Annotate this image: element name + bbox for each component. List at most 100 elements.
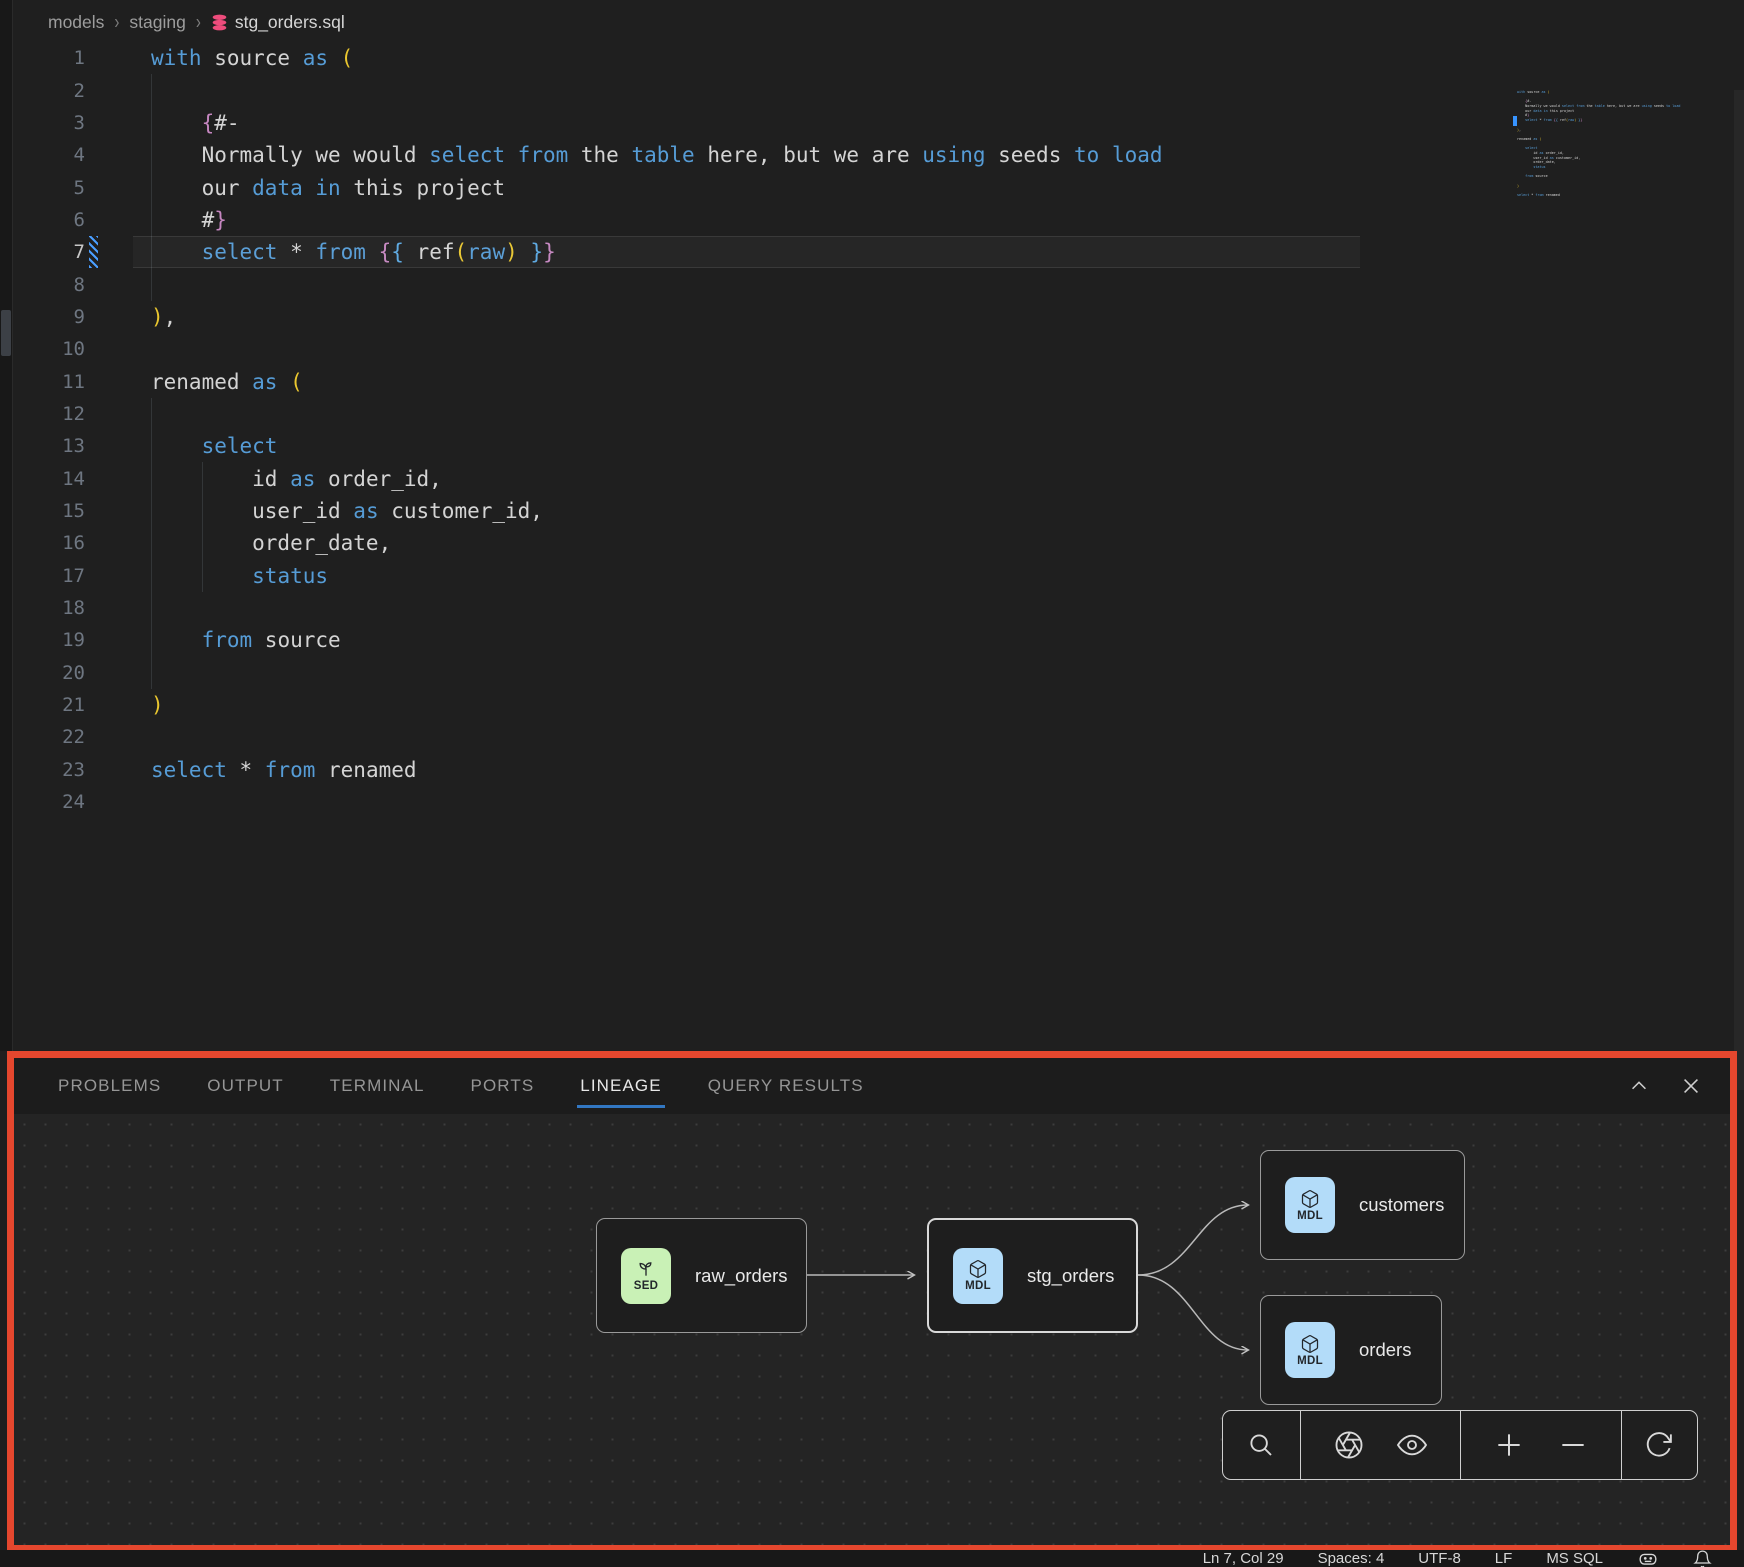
code-line-16[interactable]: 16 order_date, xyxy=(12,527,1744,559)
gutter-spacer xyxy=(89,592,103,624)
code-line-13[interactable]: 13 select xyxy=(12,430,1744,462)
status-bar: Ln 7, Col 29 Spaces: 4 UTF-8 LF MS SQL xyxy=(0,1550,1744,1567)
visibility-button[interactable] xyxy=(1396,1429,1428,1461)
indent-guide xyxy=(151,657,152,689)
editor-scrollbar[interactable] xyxy=(1734,90,1744,1090)
bell-icon[interactable] xyxy=(1693,1549,1712,1567)
gutter-spacer xyxy=(89,754,103,786)
zoom-out-button[interactable] xyxy=(1557,1429,1589,1461)
encoding[interactable]: UTF-8 xyxy=(1418,1550,1461,1567)
lineage-node-raw-orders[interactable]: SED raw_orders xyxy=(596,1218,807,1333)
minimap-modified-marker xyxy=(1513,116,1517,126)
code-line-3[interactable]: 3 {#- xyxy=(12,107,1744,139)
badge-label: MDL xyxy=(1297,1355,1323,1367)
gutter-spacer xyxy=(89,624,103,656)
code-line-24[interactable]: 24 xyxy=(12,786,1744,818)
code-line-7[interactable]: 7 select * from {{ ref(raw) }} xyxy=(12,236,1744,268)
code-line-9[interactable]: 9), xyxy=(12,301,1744,333)
breadcrumb-file[interactable]: stg_orders.sql xyxy=(211,12,345,33)
lineage-node-stg-orders[interactable]: MDL stg_orders xyxy=(927,1218,1138,1333)
sidebar-drag-handle[interactable] xyxy=(1,310,11,356)
indent-guide xyxy=(151,430,152,462)
line-number: 10 xyxy=(12,338,85,360)
tab-lineage[interactable]: LINEAGE xyxy=(580,1058,661,1114)
code-line-18[interactable]: 18 xyxy=(12,592,1744,624)
copilot-icon[interactable] xyxy=(1637,1548,1659,1567)
indent-guide xyxy=(151,139,152,171)
tab-problems[interactable]: PROBLEMS xyxy=(58,1058,161,1114)
model-badge: MDL xyxy=(1285,1322,1335,1378)
code-line-20[interactable]: 20 xyxy=(12,657,1744,689)
indent-guide xyxy=(151,592,152,624)
refresh-button[interactable] xyxy=(1644,1430,1674,1460)
breadcrumb-item-staging[interactable]: staging xyxy=(129,12,185,33)
gutter-spacer xyxy=(89,301,103,333)
code-text: #} xyxy=(103,204,1744,236)
minimap[interactable]: with source as ( {#- Normally we would s… xyxy=(1517,90,1717,203)
tab-terminal[interactable]: TERMINAL xyxy=(330,1058,425,1114)
gutter-spacer xyxy=(89,171,103,203)
code-line-15[interactable]: 15 user_id as customer_id, xyxy=(12,495,1744,527)
search-button[interactable] xyxy=(1246,1430,1276,1460)
gutter-spacer xyxy=(89,268,103,300)
code-text: ), xyxy=(103,301,1744,333)
code-text xyxy=(103,74,1744,106)
close-icon[interactable] xyxy=(1680,1075,1702,1097)
code-editor[interactable]: 1 with source as ( 2 3 {#-4 Normally we wou… xyxy=(12,45,1744,1051)
panel-controls xyxy=(1628,1075,1730,1097)
code-line-6[interactable]: 6 #} xyxy=(12,204,1744,236)
code-text xyxy=(103,592,1744,624)
tab-query-results[interactable]: QUERY RESULTS xyxy=(708,1058,864,1114)
aperture-button[interactable] xyxy=(1333,1429,1365,1461)
lineage-canvas[interactable]: SED raw_orders MDL stg_orders xyxy=(14,1114,1730,1545)
line-number: 3 xyxy=(12,112,85,134)
gutter-spacer xyxy=(89,721,103,753)
toolbar-segment xyxy=(1300,1411,1460,1479)
code-line-14[interactable]: 14 id as order_id, xyxy=(12,462,1744,494)
code-text: select xyxy=(103,430,1744,462)
code-line-11[interactable]: 11renamed as ( xyxy=(12,365,1744,397)
code-line-21[interactable]: 21) xyxy=(12,689,1744,721)
code-line-19[interactable]: 19 from source xyxy=(12,624,1744,656)
gutter-spacer xyxy=(89,107,103,139)
code-text: Normally we would select from the table … xyxy=(103,139,1744,171)
indent-guide xyxy=(151,527,152,559)
indentation[interactable]: Spaces: 4 xyxy=(1318,1550,1385,1567)
breadcrumb-item-models[interactable]: models xyxy=(48,12,104,33)
code-line-23[interactable]: 23select * from renamed xyxy=(12,754,1744,786)
zoom-in-button[interactable] xyxy=(1493,1429,1525,1461)
tab-ports[interactable]: PORTS xyxy=(471,1058,535,1114)
cursor-position[interactable]: Ln 7, Col 29 xyxy=(1203,1550,1284,1567)
chevron-up-icon[interactable] xyxy=(1628,1075,1650,1097)
code-line-4[interactable]: 4 Normally we would select from the tabl… xyxy=(12,139,1744,171)
code-text: from source xyxy=(103,624,1744,656)
active-tab-underline xyxy=(577,1105,664,1108)
code-line-2[interactable]: 2 xyxy=(12,74,1744,106)
code-text xyxy=(103,657,1744,689)
node-label: raw_orders xyxy=(695,1265,788,1287)
code-line-10[interactable]: 10 xyxy=(12,333,1744,365)
code-line-17[interactable]: 17 status xyxy=(12,560,1744,592)
database-icon xyxy=(211,14,228,31)
indent-guide xyxy=(151,560,152,592)
line-number: 2 xyxy=(12,80,85,102)
code-line-8[interactable]: 8 xyxy=(12,268,1744,300)
code-line-5[interactable]: 5 our data in this project xyxy=(12,171,1744,203)
code-line-12[interactable]: 12 xyxy=(12,398,1744,430)
lineage-node-customers[interactable]: MDL customers xyxy=(1260,1150,1465,1260)
code-text: with source as ( xyxy=(103,42,1744,74)
chevron-right-icon: › xyxy=(114,11,119,34)
code-line-1[interactable]: 1 with source as ( xyxy=(12,42,1744,74)
lineage-node-orders[interactable]: MDL orders xyxy=(1260,1295,1442,1405)
language-mode[interactable]: MS SQL xyxy=(1546,1550,1603,1567)
line-number: 20 xyxy=(12,662,85,684)
code-text xyxy=(103,721,1744,753)
line-number: 19 xyxy=(12,629,85,651)
line-number: 23 xyxy=(12,759,85,781)
code-line-22[interactable]: 22 xyxy=(12,721,1744,753)
eol-sequence[interactable]: LF xyxy=(1495,1550,1513,1567)
model-badge: MDL xyxy=(1285,1177,1335,1233)
code-text xyxy=(103,333,1744,365)
line-number: 1 xyxy=(12,47,85,69)
tab-output[interactable]: OUTPUT xyxy=(207,1058,283,1114)
